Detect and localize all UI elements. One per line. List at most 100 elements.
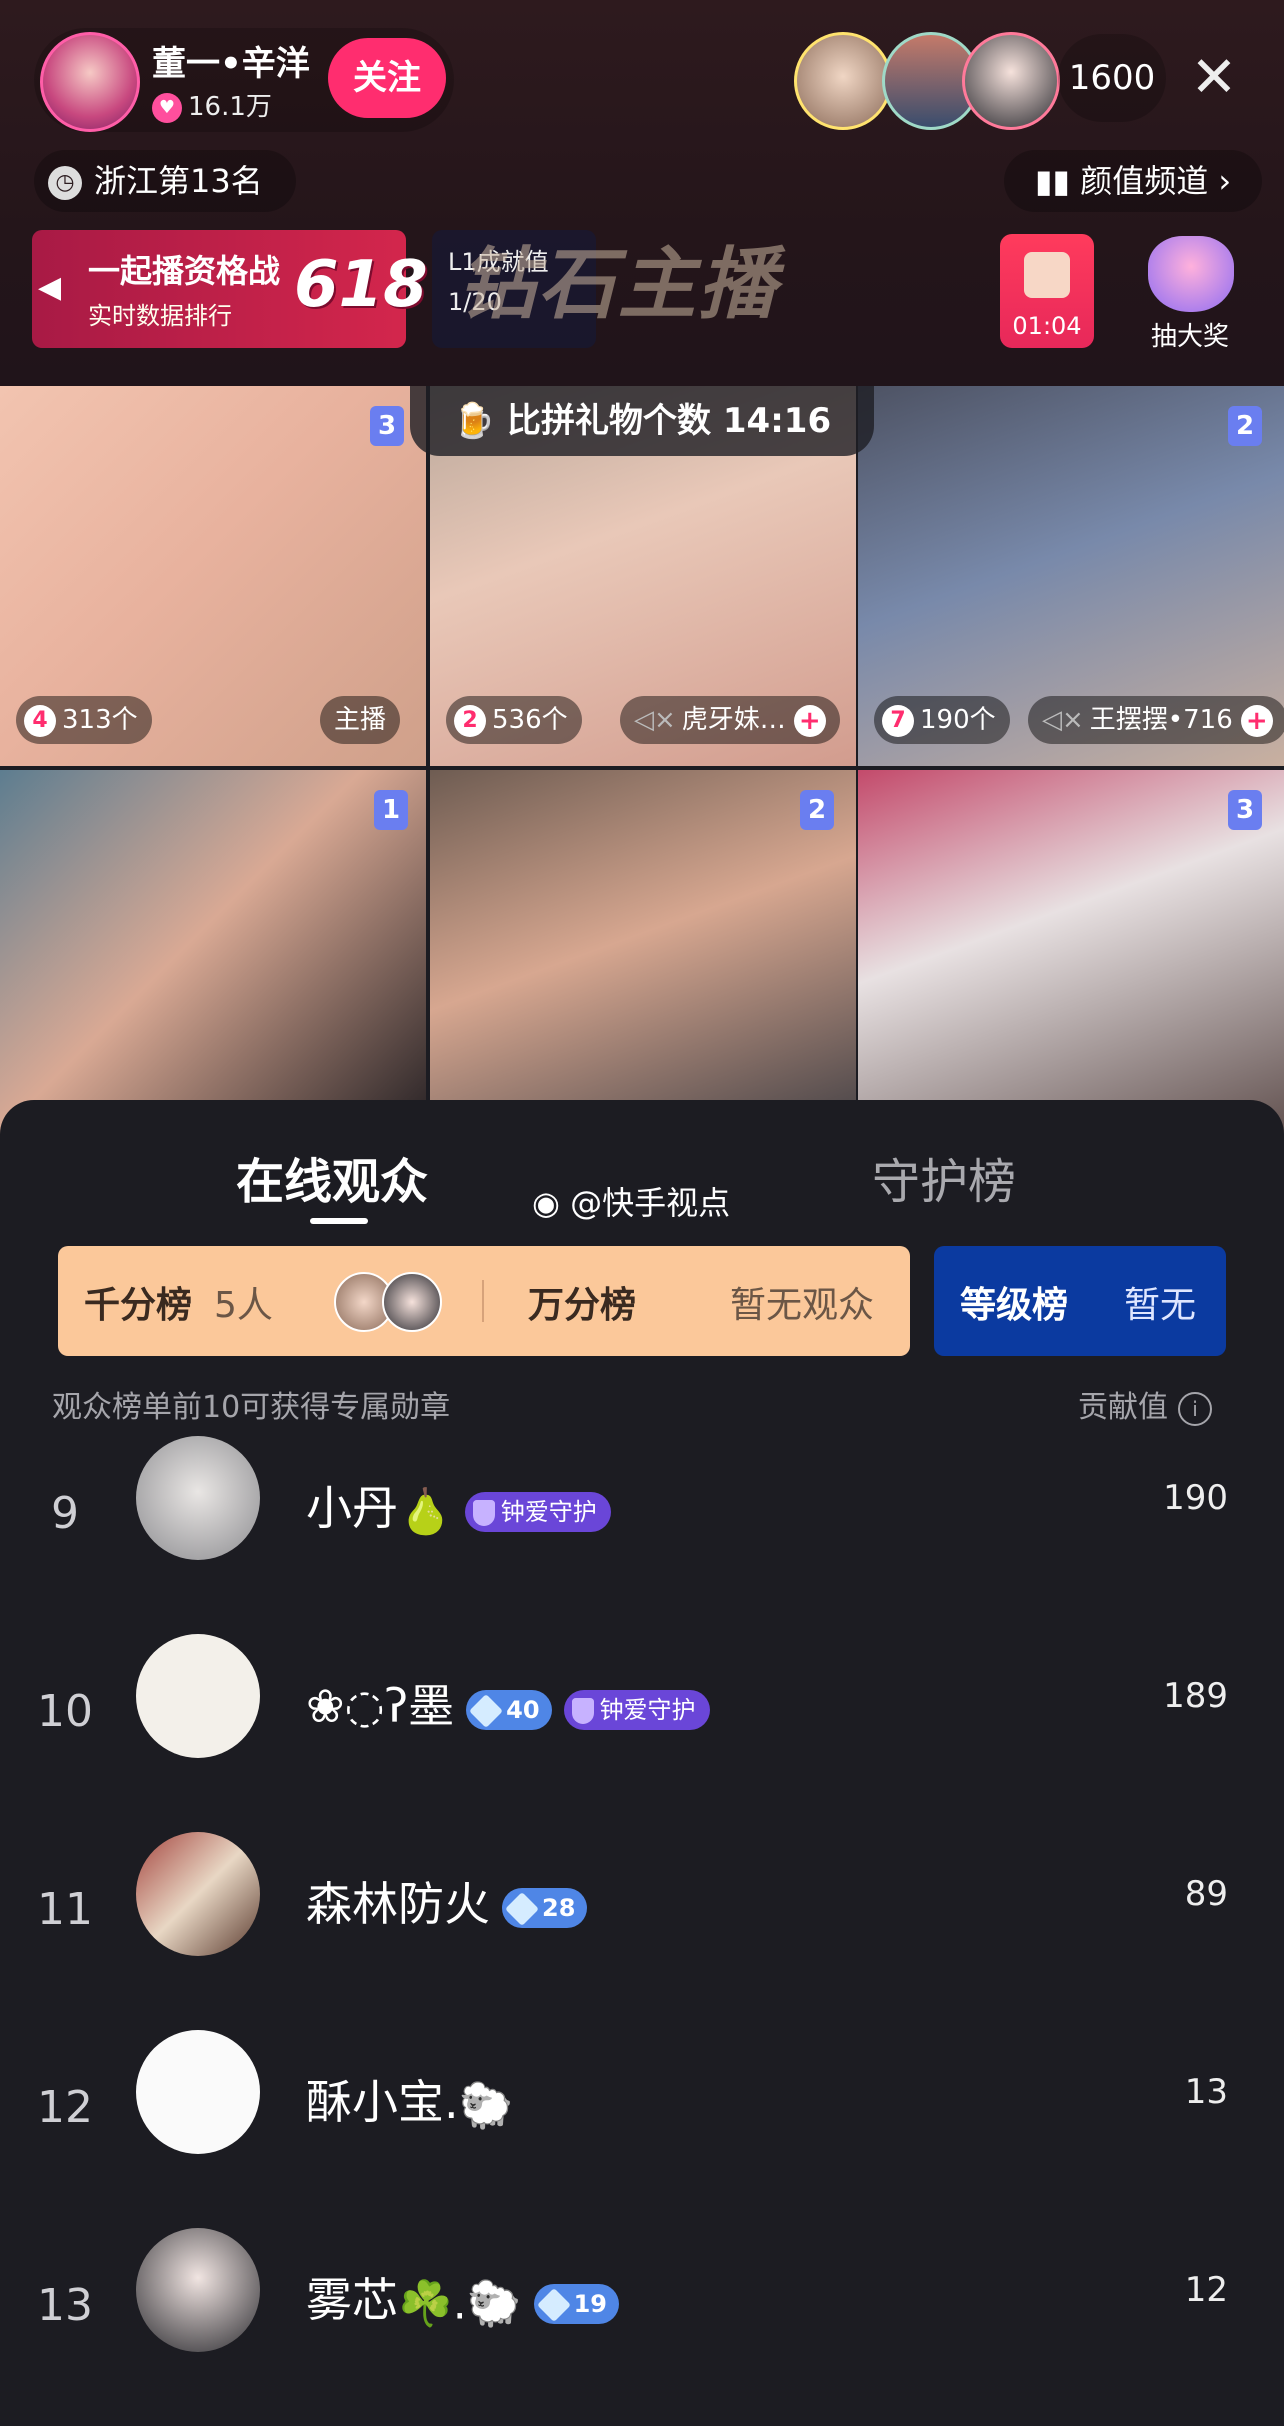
thousand-board-count: 5人: [214, 1285, 273, 1326]
active-tab-underline: [310, 1218, 368, 1224]
beer-icon: 🍺: [452, 401, 508, 441]
thousand-board-label: 千分榜: [84, 1285, 193, 1326]
row-contribution: 190: [1163, 1478, 1228, 1518]
gift-count: 313个: [62, 705, 138, 735]
list-item[interactable]: 13 雾芯☘️.🐑 19 12: [0, 2228, 1284, 2426]
level-board-label: 等级榜: [960, 1285, 1069, 1326]
gift-count: 536个: [492, 705, 568, 735]
row-user-name[interactable]: ❀◌ʔ墨 40 钟爱守护: [306, 1670, 710, 1736]
list-item[interactable]: 10 ❀◌ʔ墨 40 钟爱守护 189: [0, 1634, 1284, 1832]
avatar[interactable]: [136, 2228, 260, 2352]
fan-level-value: 19: [573, 2289, 607, 2318]
seat-number-badge: 3: [370, 406, 404, 446]
user-name-text: 小丹: [306, 1481, 398, 1535]
seat-name-tag[interactable]: ◁× 虎牙妹… +: [620, 696, 840, 744]
row-rank: 9: [51, 1488, 79, 1539]
avatar[interactable]: [136, 1634, 260, 1758]
tab-online-audience[interactable]: 在线观众: [236, 1142, 428, 1212]
video-cell-5[interactable]: 2: [430, 770, 856, 1150]
video-cell-6[interactable]: 3: [858, 770, 1284, 1150]
viewer-count[interactable]: 1600: [1058, 34, 1166, 122]
mute-icon: ◁×: [634, 705, 676, 735]
lottery-widget[interactable]: 抽大奖: [1136, 234, 1244, 352]
add-icon[interactable]: +: [793, 704, 826, 737]
row-user-name[interactable]: 酥小宝.🐑: [306, 2066, 513, 2132]
seat-number-badge: 2: [1228, 406, 1262, 446]
gem-icon: [469, 1693, 504, 1728]
event-subtitle: 实时数据排行: [88, 302, 232, 330]
clock-icon: ◷: [48, 166, 82, 200]
avatar[interactable]: [136, 1436, 260, 1560]
row-user-name[interactable]: 雾芯☘️.🐑 19: [306, 2264, 619, 2330]
score-board-bar[interactable]: 千分榜 5人 万分榜 暂无观众: [58, 1246, 910, 1356]
diamond-anchor-title: 钻石主播: [458, 240, 779, 330]
level-board-bar[interactable]: 等级榜 暂无: [934, 1246, 1226, 1356]
event-618-logo: 618: [294, 248, 428, 322]
pk-status-bar: 🍺 比拼礼物个数 14:16: [410, 386, 874, 456]
row-user-name[interactable]: 森林防火 28: [306, 1868, 588, 1934]
gift-stat: 2 536个: [446, 696, 582, 744]
watermark-text: @快手视点: [570, 1184, 731, 1222]
bar-chart-icon: ▮▮: [1034, 162, 1081, 200]
shield-icon: [472, 1499, 495, 1526]
close-icon[interactable]: ✕: [1184, 40, 1244, 116]
list-item[interactable]: 12 酥小宝.🐑 13: [0, 2030, 1284, 2228]
chevron-left-icon: ◀: [38, 270, 62, 305]
user-name-text: ❀◌ʔ墨: [306, 1679, 455, 1733]
info-icon[interactable]: i: [1178, 1391, 1212, 1426]
list-item[interactable]: 9 小丹🍐 钟爱守护 190: [0, 1436, 1284, 1634]
ten-thousand-board-label: 万分榜: [528, 1285, 637, 1326]
fan-level-badge: 40: [466, 1689, 552, 1730]
avatar[interactable]: [136, 1832, 260, 1956]
seat-number-badge: 1: [374, 790, 408, 830]
user-name-text: 酥小宝.: [306, 2075, 459, 2129]
user-name-text: 雾芯: [306, 2273, 398, 2327]
host-avatar[interactable]: [40, 32, 140, 132]
video-cell-4[interactable]: 1: [0, 770, 426, 1150]
fan-level-badge: 19: [533, 2283, 619, 2324]
gift-stat: 4 313个: [16, 696, 152, 744]
seat-name: 虎牙妹…: [681, 705, 786, 735]
gift-rank: 7: [882, 704, 914, 737]
list-item[interactable]: 11 森林防火 28 89: [0, 1832, 1284, 2030]
row-user-name[interactable]: 小丹🍐 钟爱守护: [306, 1472, 611, 1538]
host-likes: ♥ 16.1万: [152, 86, 272, 123]
contribution-label: 贡献值: [1078, 1390, 1168, 1425]
tab-guard-list[interactable]: 守护榜: [872, 1142, 1016, 1212]
seat-number-badge: 2: [800, 790, 834, 830]
fan-level-badge: 28: [502, 1887, 588, 1928]
mute-icon: ◁×: [1042, 705, 1084, 735]
seat-name-tag[interactable]: 主播: [320, 696, 401, 744]
region-rank-pill[interactable]: ◷ 浙江第13名: [34, 150, 296, 212]
ten-thousand-board-value: 暂无观众: [730, 1285, 875, 1326]
fan-level-value: 28: [542, 1893, 576, 1922]
region-rank-text: 浙江第13名: [94, 162, 263, 200]
event-banner[interactable]: ◀ 一起播资格战 实时数据排行 618: [32, 230, 428, 348]
top-viewer-avatar-1[interactable]: [794, 32, 892, 130]
host-likes-value: 16.1万: [188, 92, 272, 122]
row-rank: 11: [37, 1884, 93, 1935]
seat-name-tag[interactable]: ◁× 王摆摆•716 +: [1028, 696, 1284, 744]
host-name: 董一•辛洋: [152, 44, 310, 84]
contribution-header[interactable]: 贡献值 i: [1078, 1382, 1212, 1426]
channel-text: 颜值频道 ›: [1080, 162, 1232, 200]
sheep-icon: 🐑: [458, 2080, 514, 2132]
channel-link[interactable]: ▮▮ 颜值频道 ›: [1004, 150, 1262, 212]
shield-icon: [571, 1697, 594, 1724]
row-contribution: 13: [1184, 2072, 1228, 2112]
clover-sheep-icon: ☘️.🐑: [398, 2278, 522, 2330]
top-viewer-avatar-3[interactable]: [962, 32, 1060, 130]
event-title: 一起播资格战: [88, 252, 281, 290]
row-rank: 13: [37, 2280, 93, 2331]
gift-rank: 2: [454, 704, 486, 737]
avatar[interactable]: [136, 2030, 260, 2154]
video-cell-1[interactable]: 3 4 313个 主播: [0, 386, 426, 766]
gift-timer[interactable]: 01:04: [1000, 234, 1094, 348]
follow-button[interactable]: 关注: [328, 38, 446, 118]
row-rank: 12: [37, 2082, 93, 2133]
guard-badge-text: 钟爱守护: [599, 1695, 696, 1724]
video-cell-3[interactable]: 2 7 190个 ◁× 王摆摆•716 +: [858, 386, 1284, 766]
add-icon[interactable]: +: [1240, 704, 1273, 737]
pk-timer: 14:16: [722, 401, 832, 441]
gift-timer-text: 01:04: [1012, 312, 1082, 340]
